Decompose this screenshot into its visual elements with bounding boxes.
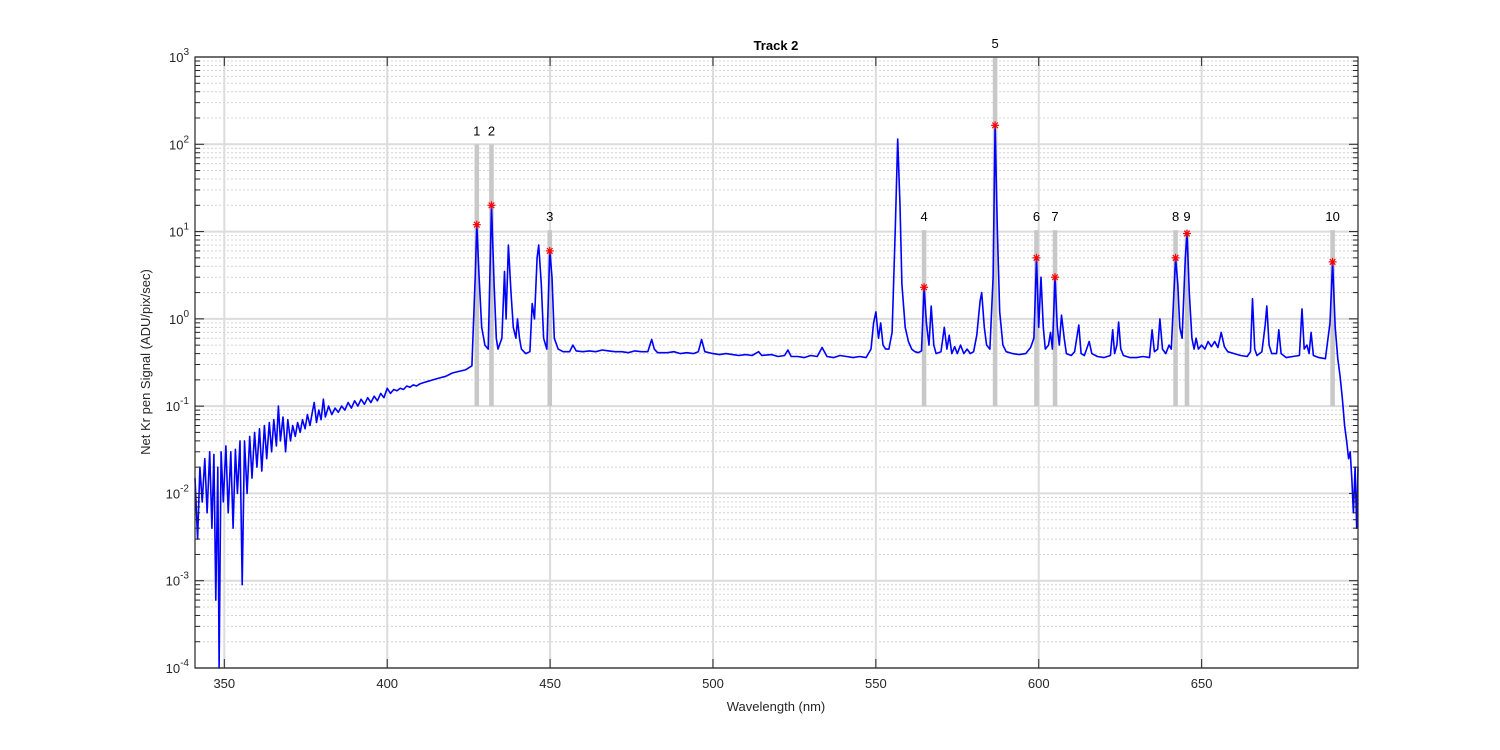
peak-label-7: 7	[1051, 209, 1058, 224]
peak-marker-5	[991, 121, 1000, 130]
peak-label-1: 1	[473, 123, 480, 138]
chart-title: Track 2	[754, 38, 799, 53]
x-tick-label: 400	[376, 676, 398, 691]
peak-label-3: 3	[546, 209, 553, 224]
peak-label-5: 5	[991, 36, 998, 51]
x-tick-label: 650	[1191, 676, 1213, 691]
x-tick-label: 450	[539, 676, 561, 691]
peak-label-8: 8	[1172, 209, 1179, 224]
peak-label-9: 9	[1183, 209, 1190, 224]
x-tick-label: 600	[1028, 676, 1050, 691]
x-tick-label: 550	[865, 676, 887, 691]
peak-label-2: 2	[488, 123, 495, 138]
x-axis-label: Wavelength (nm)	[727, 699, 826, 714]
x-tick-label: 350	[213, 676, 235, 691]
peak-marker-2	[487, 201, 496, 210]
peak-label-6: 6	[1033, 209, 1040, 224]
peak-marker-4	[920, 283, 929, 292]
y-axis-label: Net Kr pen Signal (ADU/pix/sec)	[138, 269, 153, 455]
peak-label-10: 10	[1325, 209, 1339, 224]
peak-marker-1	[472, 220, 481, 229]
peak-marker-9	[1182, 229, 1191, 238]
peak-label-4: 4	[920, 209, 927, 224]
x-tick-label: 500	[702, 676, 724, 691]
spectrum-chart: 1 23 456 7 8 9 10 350 400 450 500 550 600 650 10-410…	[0, 0, 1500, 750]
peak-marker-3	[545, 246, 554, 255]
